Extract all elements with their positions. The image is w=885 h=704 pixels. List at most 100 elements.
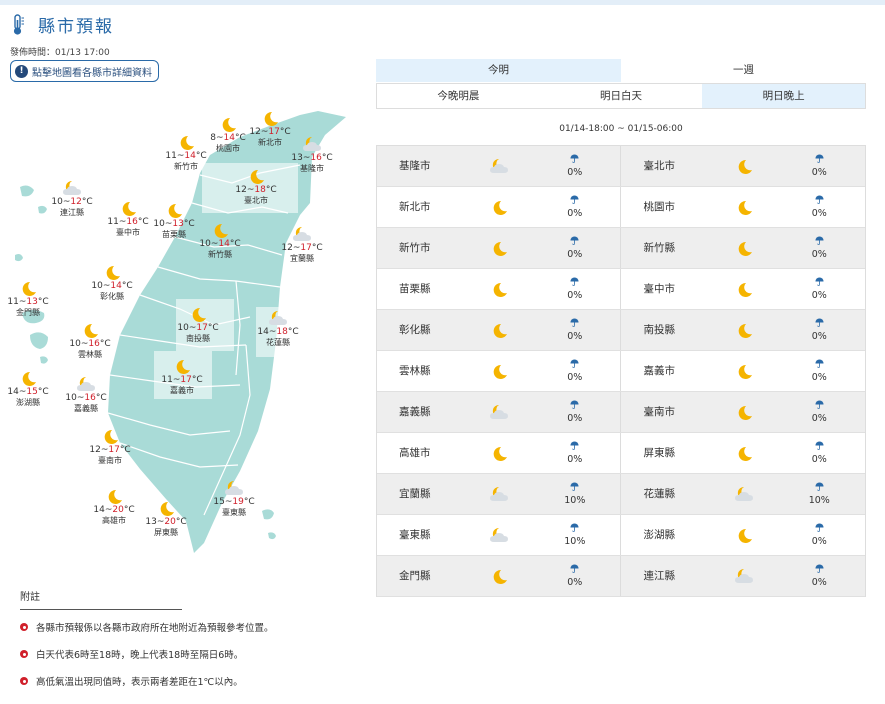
- moon-cloud-icon: [63, 180, 81, 195]
- table-row: 金門縣 0% 連江縣 0%: [377, 556, 865, 597]
- rain-cell: 0%: [529, 351, 620, 391]
- county-name[interactable]: 臺南市: [621, 392, 714, 432]
- rain-cell: 0%: [774, 351, 865, 391]
- umbrella-icon: [815, 195, 824, 204]
- county-name[interactable]: 屏東縣: [621, 433, 714, 473]
- map-city[interactable]: 11~17°C 嘉義市: [154, 357, 210, 396]
- umbrella-icon: [815, 154, 824, 163]
- moon-icon: [493, 569, 508, 584]
- city-temp: 10~14°C: [91, 281, 133, 291]
- county-name[interactable]: 臺東縣: [377, 515, 470, 555]
- map-city[interactable]: 14~18°C 花蓮縣: [250, 309, 306, 348]
- county-name[interactable]: 連江縣: [621, 556, 714, 596]
- city-temp: 10~14°C: [199, 239, 241, 249]
- city-name: 南投縣: [186, 334, 210, 343]
- county-name[interactable]: 嘉義縣: [377, 392, 470, 432]
- city-temp: 10~12°C: [51, 197, 93, 207]
- umbrella-icon: [570, 195, 579, 204]
- rain-cell: 0%: [774, 433, 865, 473]
- note-text: 白天代表6時至18時，晚上代表18時至隔日6時。: [36, 650, 244, 661]
- weather-cell: [470, 269, 530, 309]
- rain-probability: 0%: [811, 454, 827, 465]
- map-city[interactable]: 15~19°C 臺東縣: [206, 479, 262, 518]
- city-temp: 11~17°C: [161, 375, 203, 385]
- county-name[interactable]: 新北市: [377, 187, 470, 227]
- county-name[interactable]: 高雄市: [377, 433, 470, 473]
- rain-cell: 0%: [529, 228, 620, 268]
- weather-cell: [714, 515, 774, 555]
- county-name[interactable]: 嘉義市: [621, 351, 714, 391]
- moon-cloud-icon: [734, 486, 753, 501]
- notes-title: 附註: [20, 588, 182, 610]
- umbrella-icon: [570, 359, 579, 368]
- map-city[interactable]: 11~14°C 新竹市: [158, 133, 214, 172]
- tab-tomorrow-day[interactable]: 明日白天: [539, 84, 703, 108]
- moon-cloud-icon: [77, 376, 95, 391]
- umbrella-icon: [570, 318, 579, 327]
- map-city[interactable]: 14~15°C 澎湖縣: [0, 369, 56, 408]
- umbrella-icon: [815, 564, 824, 573]
- rain-probability: 0%: [567, 454, 583, 465]
- forecast-table: 基隆市 0% 臺北市 0% 新北市 0% 桃園市 0% 新竹市 0% 新竹縣 0% 苗栗縣 0% 臺中市 0%…: [376, 145, 866, 597]
- county-name[interactable]: 基隆市: [377, 146, 470, 186]
- map-city[interactable]: 10~12°C 連江縣: [44, 179, 100, 218]
- city-name: 臺北市: [244, 196, 268, 205]
- moon-icon: [214, 223, 228, 238]
- county-name[interactable]: 金門縣: [377, 556, 470, 596]
- city-temp: 12~17°C: [89, 445, 131, 455]
- moon-cloud-icon: [225, 480, 243, 495]
- moon-icon: [168, 203, 182, 218]
- county-name[interactable]: 新竹市: [377, 228, 470, 268]
- map-city[interactable]: 12~17°C 臺南市: [82, 427, 138, 466]
- map-city[interactable]: 10~16°C 嘉義縣: [58, 375, 114, 414]
- map-city[interactable]: 10~14°C 彰化縣: [84, 263, 140, 302]
- rain-cell: 0%: [529, 310, 620, 350]
- county-name[interactable]: 花蓮縣: [621, 474, 714, 514]
- map-detail-button[interactable]: ! 點擊地圖看各縣市詳細資料: [10, 60, 159, 82]
- county-name[interactable]: 南投縣: [621, 310, 714, 350]
- map-city[interactable]: 10~14°C 新竹縣: [192, 221, 248, 260]
- county-name[interactable]: 苗栗縣: [377, 269, 470, 309]
- tab-tonight[interactable]: 今晚明晨: [377, 84, 540, 108]
- county-name[interactable]: 澎湖縣: [621, 515, 714, 555]
- rain-cell: 0%: [774, 392, 865, 432]
- moon-icon: [264, 111, 278, 126]
- map-city[interactable]: 10~16°C 雲林縣: [62, 321, 118, 360]
- county-name[interactable]: 臺中市: [621, 269, 714, 309]
- map-city[interactable]: 14~20°C 高雄市: [86, 487, 142, 526]
- moon-icon: [493, 200, 508, 215]
- rain-cell: 0%: [774, 269, 865, 309]
- map-city[interactable]: 13~20°C 屏東縣: [138, 499, 194, 538]
- rain-cell: 0%: [774, 556, 865, 596]
- city-name: 新竹市: [174, 162, 198, 171]
- rain-probability: 0%: [567, 290, 583, 301]
- umbrella-icon: [815, 277, 824, 286]
- city-name: 新竹縣: [208, 250, 232, 259]
- tab-tomorrow-night[interactable]: 明日晚上: [702, 84, 866, 108]
- city-temp: 14~18°C: [257, 327, 299, 337]
- city-name: 澎湖縣: [16, 398, 40, 407]
- rain-probability: 0%: [811, 577, 827, 588]
- rain-probability: 0%: [567, 167, 583, 178]
- notes-list: 各縣市預報係以各縣市政府所在地附近為預報參考位置。 白天代表6時至18時，晚上代…: [20, 620, 360, 688]
- county-name[interactable]: 雲林縣: [377, 351, 470, 391]
- rain-probability: 0%: [811, 167, 827, 178]
- map-city[interactable]: 12~18°C 臺北市: [228, 167, 284, 206]
- weather-cell: [470, 310, 530, 350]
- map-city[interactable]: 10~17°C 南投縣: [170, 305, 226, 344]
- county-name[interactable]: 宜蘭縣: [377, 474, 470, 514]
- umbrella-icon: [815, 523, 824, 532]
- map-city[interactable]: 12~17°C 宜蘭縣: [274, 225, 330, 264]
- tab-week[interactable]: 一週: [621, 59, 866, 82]
- county-name[interactable]: 臺北市: [621, 146, 714, 186]
- map-city[interactable]: 11~13°C 金門縣: [0, 279, 56, 318]
- city-temp: 11~13°C: [7, 297, 49, 307]
- county-name[interactable]: 新竹縣: [621, 228, 714, 268]
- taiwan-map[interactable]: 8~14°C 桃園市 12~17°C 新北市 11~14°C 新竹市 13~16°C 基隆市 1…: [0, 95, 360, 565]
- tab-today-tomorrow[interactable]: 今明: [376, 59, 621, 82]
- moon-icon: [738, 323, 752, 338]
- county-name[interactable]: 桃園市: [621, 187, 714, 227]
- county-name[interactable]: 彰化縣: [377, 310, 470, 350]
- weather-cell: [470, 187, 530, 227]
- map-city[interactable]: 13~16°C 基隆市: [284, 135, 340, 174]
